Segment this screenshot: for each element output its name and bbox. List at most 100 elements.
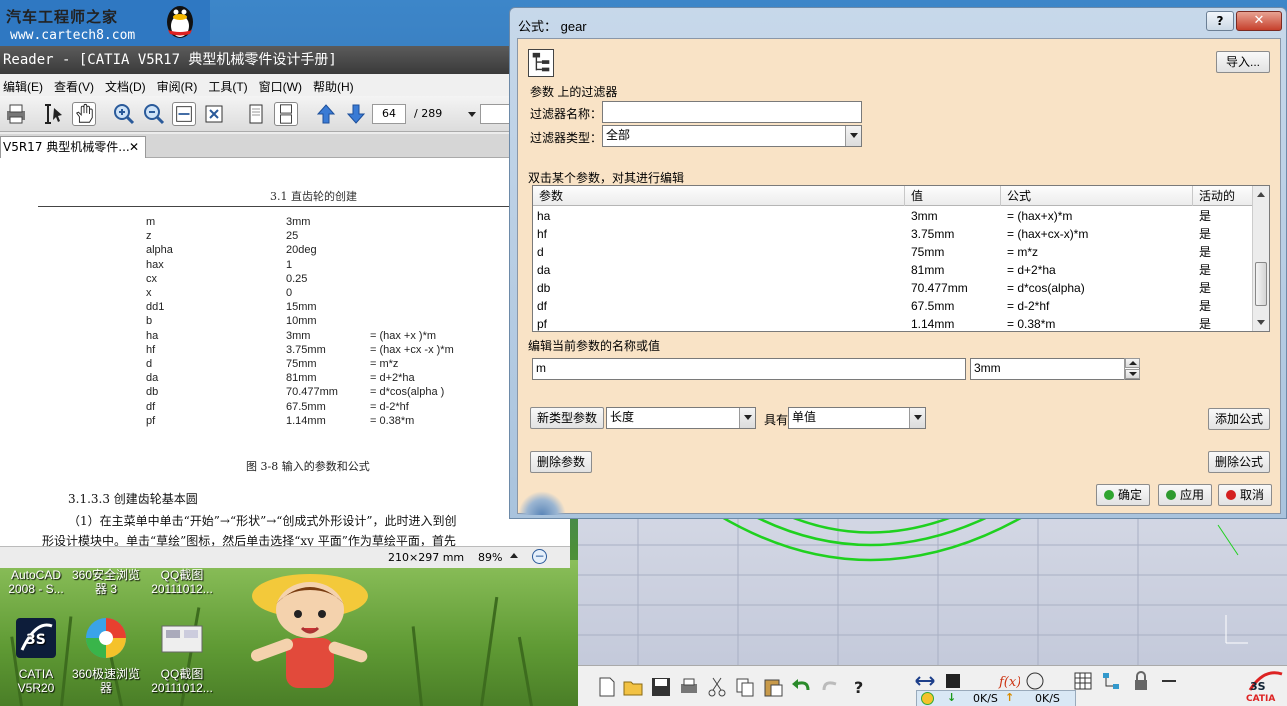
filter-tree-icon[interactable] [528, 49, 554, 77]
close-tab-icon[interactable]: ✕ [129, 137, 139, 157]
add-formula-button[interactable]: 添加公式 [1208, 408, 1270, 430]
import-button[interactable]: 导入... [1216, 51, 1270, 73]
lock-icon[interactable] [1130, 670, 1152, 692]
column-header-param[interactable]: 参数 [533, 186, 905, 206]
desktop-icon-catia[interactable]: 3S CATIA V5R20 [0, 614, 72, 695]
menu-tools[interactable]: 工具(T) [205, 74, 255, 95]
zoom-menu-arrow-icon[interactable] [510, 553, 518, 558]
whats-this-help-icon[interactable]: ? [850, 676, 872, 698]
fit-width-icon[interactable] [172, 102, 196, 126]
table-icon[interactable] [1072, 670, 1094, 692]
fit-page-icon[interactable] [202, 102, 226, 126]
apply-button[interactable]: 应用 [1158, 484, 1212, 506]
formula-fx-icon[interactable]: f(x) [998, 670, 1020, 692]
param-listing-name: z [146, 230, 152, 243]
desktop-icon-qq-screenshot-1[interactable]: QQ截图 20111012... [146, 568, 218, 596]
column-header-formula[interactable]: 公式 [1001, 186, 1193, 206]
redo-icon[interactable] [820, 676, 842, 698]
table-scrollbar[interactable] [1252, 186, 1269, 331]
desktop-icon-label: QQ截图 20111012... [151, 667, 213, 695]
undo-icon[interactable] [790, 676, 812, 698]
table-row[interactable]: d 75mm = m*z 是 [533, 243, 1253, 261]
page-number-input[interactable]: 64 [372, 104, 406, 124]
next-page-icon[interactable] [344, 102, 368, 126]
menu-edit[interactable]: 编辑(E) [0, 74, 51, 95]
desktop-icon-360-speed-browser[interactable]: 360极速浏览 器 [70, 614, 142, 695]
scroll-up-icon[interactable] [1257, 192, 1265, 197]
menu-review[interactable]: 审阅(R) [154, 74, 206, 95]
document-tab[interactable]: V5R17 典型机械零件... ✕ [0, 136, 146, 158]
continuous-page-icon[interactable] [274, 102, 298, 126]
table-cell-formula: = d*cos(alpha) [1007, 281, 1085, 295]
reader-toolbar: 64 / 289 [0, 96, 570, 132]
zoom-level: 89% [478, 551, 503, 564]
scrollbar-thumb[interactable] [1255, 262, 1267, 306]
param-value-input[interactable]: 3mm [970, 358, 1140, 380]
menu-document[interactable]: 文档(D) [102, 74, 154, 95]
filter-type-select[interactable]: 全部 [602, 125, 862, 147]
zoom-dropdown-arrow-icon[interactable] [468, 112, 476, 117]
new-document-icon[interactable] [596, 676, 618, 698]
chevron-down-icon[interactable] [739, 408, 755, 428]
delete-formula-button[interactable]: 删除公式 [1208, 451, 1270, 473]
edit-current-param-label: 编辑当前参数的名称或值 [528, 339, 661, 353]
spin-up-icon[interactable] [1125, 358, 1140, 368]
menu-view[interactable]: 查看(V) [51, 74, 102, 95]
qq-penguin-icon[interactable] [160, 0, 200, 40]
tree-icon[interactable] [1100, 670, 1122, 692]
open-folder-icon[interactable] [622, 676, 644, 698]
menu-window[interactable]: 窗口(W) [256, 74, 310, 95]
table-row[interactable]: pf 1.14mm = 0.38*m 是 [533, 315, 1253, 331]
scroll-down-icon[interactable] [1257, 320, 1265, 325]
table-row[interactable]: da 81mm = d+2*ha 是 [533, 261, 1253, 279]
chevron-down-icon[interactable] [845, 126, 861, 146]
apply-dot-icon [1165, 490, 1176, 500]
reader-title-bar[interactable]: Reader - [CATIA V5R17 典型机械零件设计手册] [0, 46, 570, 74]
column-header-active[interactable]: 活动的 [1193, 186, 1253, 206]
value-kind-select[interactable]: 单值 [788, 407, 926, 429]
single-page-icon[interactable] [244, 102, 268, 126]
ok-button[interactable]: 确定 [1096, 484, 1150, 506]
desktop-icon-autocad[interactable]: AutoCAD 2008 - S... [0, 568, 72, 596]
desktop-icon-qq-screenshot-2[interactable]: QQ截图 20111012... [146, 614, 218, 695]
logo-url: www.cartech8.com [10, 28, 136, 43]
zoom-out-icon[interactable] [142, 102, 166, 126]
view-icon[interactable] [942, 670, 964, 692]
svg-text:?: ? [854, 678, 863, 697]
table-row[interactable]: df 67.5mm = d-2*hf 是 [533, 297, 1253, 315]
menu-help[interactable]: 帮助(H) [310, 74, 362, 95]
knowledge-icon[interactable] [1024, 670, 1046, 692]
previous-page-icon[interactable] [314, 102, 338, 126]
new-param-type-button[interactable]: 新类型参数 [530, 407, 604, 429]
help-button[interactable]: ? [1206, 11, 1234, 31]
copy-icon[interactable] [734, 676, 756, 698]
cut-icon[interactable] [706, 676, 728, 698]
table-cell-active: 是 [1199, 281, 1212, 295]
catia-sketch-view[interactable] [578, 515, 1287, 665]
close-button[interactable]: ✕ [1236, 11, 1282, 31]
zoom-out-small-icon[interactable]: − [532, 549, 547, 564]
table-row[interactable]: db 70.477mm = d*cos(alpha) 是 [533, 279, 1253, 297]
chain-icon[interactable] [1158, 670, 1180, 692]
save-icon[interactable] [650, 676, 672, 698]
param-name-input[interactable]: m [532, 358, 966, 380]
paste-icon[interactable] [762, 676, 784, 698]
table-row[interactable]: hf 3.75mm = (hax+cx-x)*m 是 [533, 225, 1253, 243]
cancel-button[interactable]: 取消 [1218, 484, 1272, 506]
delete-param-button[interactable]: 删除参数 [530, 451, 592, 473]
zoom-in-icon[interactable] [112, 102, 136, 126]
param-type-select[interactable]: 长度 [606, 407, 756, 429]
print-icon[interactable] [4, 102, 28, 126]
hand-tool-icon[interactable] [72, 102, 96, 126]
desktop-icon-360-safe-browser[interactable]: 360安全浏览 器 3 [70, 568, 142, 596]
text-select-cursor-icon[interactable] [42, 102, 66, 126]
print-icon[interactable] [678, 676, 700, 698]
fit-all-icon[interactable] [914, 670, 936, 692]
chevron-down-icon[interactable] [909, 408, 925, 428]
table-row[interactable]: ha 3mm = (hax+x)*m 是 [533, 207, 1253, 225]
value-spinner[interactable] [1124, 358, 1140, 380]
document-page[interactable]: 3.1 直齿轮的创建 m 3mm z 25 alpha 20deg hax 1 cx 0.25 x 0… [0, 158, 570, 546]
filter-name-input[interactable] [602, 101, 862, 123]
column-header-value[interactable]: 值 [905, 186, 1001, 206]
spin-down-icon[interactable] [1125, 369, 1140, 379]
